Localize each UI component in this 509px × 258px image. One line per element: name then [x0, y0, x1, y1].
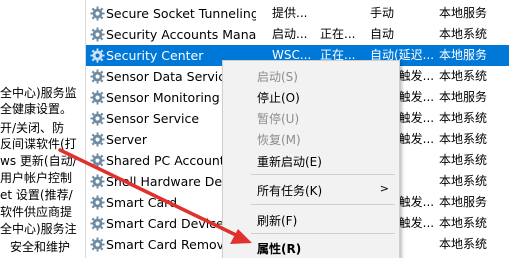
- menu-item-resume[interactable]: 恢复(M): [223, 128, 399, 149]
- service-logon-as: 本地系统: [439, 69, 488, 83]
- menu-item-label: 刷新(F): [257, 214, 298, 228]
- description-line: 安全和维护: [10, 240, 71, 254]
- service-name: Security Accounts Manag...: [106, 27, 256, 42]
- service-description: 启动...: [272, 27, 308, 41]
- gear-icon: [90, 237, 105, 252]
- description-line: 全中心)服务监: [0, 86, 77, 100]
- service-logon-as: 本地系统: [439, 174, 488, 188]
- service-description-pane: 全中心)服务监 全健康设置。 开/关闭、防 反间谍软件(打 ws 更新(自动/ …: [0, 0, 86, 258]
- service-description: 提供...: [272, 6, 308, 20]
- gear-icon: [90, 216, 105, 231]
- description-line: 全健康设置。: [0, 102, 73, 116]
- menu-item-label: 启动(S): [257, 70, 298, 84]
- service-logon-as: 本地服务: [439, 195, 488, 209]
- service-name: Secure Socket Tunneling ...: [106, 6, 256, 21]
- menu-item-pause[interactable]: 暂停(U): [223, 107, 399, 128]
- gear-icon: [90, 90, 105, 105]
- service-logon-as: 本地系统: [439, 237, 488, 251]
- menu-separator: [251, 174, 395, 175]
- description-line: ws 更新(自动/: [0, 154, 77, 168]
- gear-icon: [90, 111, 105, 126]
- gear-icon: [90, 27, 105, 42]
- description-line: 用户帐户控制: [0, 171, 73, 185]
- gear-icon: [90, 195, 105, 210]
- menu-item-properties[interactable]: 属性(R): [223, 237, 399, 258]
- description-line: et 设置(推荐/: [0, 188, 73, 202]
- service-status: 正在...: [320, 27, 356, 41]
- service-logon-as: 本地服务: [439, 48, 488, 62]
- context-menu: 启动(S) 停止(O) 暂停(U) 恢复(M) 重新启动(E) 所有任务(K) …: [222, 60, 400, 258]
- service-startup-type: 手动: [370, 6, 395, 20]
- service-startup-type: 自动: [370, 27, 395, 41]
- menu-item-label: 重新启动(E): [257, 155, 322, 169]
- menu-item-label: 所有任务(K): [257, 184, 323, 198]
- service-logon-as: 本地系统: [439, 153, 488, 167]
- submenu-arrow-icon: >: [379, 182, 389, 195]
- service-logon-as: 本地服务: [439, 90, 488, 104]
- menu-item-start[interactable]: 启动(S): [223, 65, 399, 86]
- gear-icon: [90, 69, 105, 84]
- description-line: 反间谍软件(打: [0, 137, 77, 151]
- description-line: 开/关闭、防: [0, 121, 65, 135]
- menu-item-label: 恢复(M): [257, 133, 301, 147]
- gear-icon: [90, 132, 105, 147]
- service-logon-as: 本地系统: [439, 111, 488, 125]
- service-row-security-accounts-manager[interactable]: Security Accounts Manag... 启动... 正在... 自…: [86, 24, 509, 45]
- services-window: 全中心)服务监 全健康设置。 开/关闭、防 反间谍软件(打 ws 更新(自动/ …: [0, 0, 509, 258]
- menu-item-label: 停止(O): [257, 91, 300, 105]
- gear-icon: [90, 48, 105, 63]
- service-logon-as: 本地服务: [439, 6, 488, 20]
- menu-item-label: 暂停(U): [257, 112, 300, 126]
- menu-item-refresh[interactable]: 刷新(F): [223, 209, 399, 230]
- gear-icon: [90, 6, 105, 21]
- description-line: 全中心)服务注: [0, 222, 77, 236]
- service-logon-as: 本地系统: [439, 132, 488, 146]
- menu-item-all-tasks[interactable]: 所有任务(K) >: [223, 179, 399, 200]
- menu-item-label: 属性(R): [257, 242, 302, 256]
- menu-separator: [251, 233, 395, 234]
- menu-item-restart[interactable]: 重新启动(E): [223, 150, 399, 171]
- menu-item-stop[interactable]: 停止(O): [223, 86, 399, 107]
- description-line: 软件供应商提: [0, 205, 73, 219]
- service-logon-as: 本地系统: [439, 27, 488, 41]
- menu-separator: [251, 204, 395, 205]
- service-logon-as: 本地系统: [439, 216, 488, 230]
- service-row-secure-socket-tunneling[interactable]: Secure Socket Tunneling ... 提供... 手动 本地服…: [86, 3, 509, 24]
- gear-icon: [90, 174, 105, 189]
- gear-icon: [90, 153, 105, 168]
